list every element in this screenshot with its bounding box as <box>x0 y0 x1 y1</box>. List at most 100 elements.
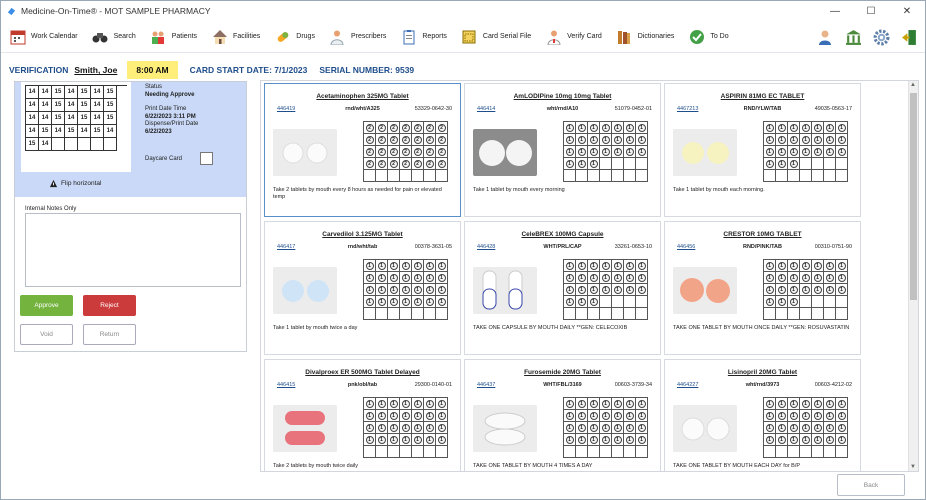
dose-count: 1 <box>789 159 798 168</box>
patient-name-link[interactable]: Smith, Joe <box>74 65 117 75</box>
blister-cell: 2 <box>436 122 447 133</box>
rx-number-link[interactable]: 4467213 <box>677 106 698 112</box>
reports-button[interactable]: Reports <box>400 28 447 45</box>
rx-number-link[interactable]: 446415 <box>277 382 295 388</box>
daycare-checkbox[interactable] <box>200 152 214 165</box>
return-button[interactable]: Return <box>83 324 136 345</box>
scroll-down-icon[interactable]: ▼ <box>910 464 916 470</box>
dose-count: 1 <box>765 273 774 282</box>
dose-count: 1 <box>637 411 646 420</box>
dose-count: 1 <box>389 261 398 270</box>
rx-number-link[interactable]: 4464227 <box>677 382 698 388</box>
maximize-button[interactable]: ☐ <box>853 1 889 21</box>
internal-notes-field[interactable] <box>25 213 241 287</box>
dose-count: 1 <box>377 261 386 270</box>
dictionaries-button[interactable]: Dictionaries <box>616 28 674 45</box>
exit-icon[interactable] <box>899 27 919 47</box>
approve-button[interactable]: Approve <box>20 295 73 316</box>
drugs-button[interactable]: Drugs <box>274 28 315 45</box>
blister-cell: 2 <box>400 134 411 145</box>
dose-count: 1 <box>825 411 834 420</box>
dose-count: 1 <box>765 123 774 132</box>
user-icon[interactable] <box>815 27 835 47</box>
flip-horizontal-button[interactable]: Flip horizontal <box>49 179 101 188</box>
rx-number-link[interactable]: 446419 <box>277 106 295 112</box>
reject-button[interactable]: Reject <box>83 295 136 316</box>
dose-count: 2 <box>425 159 434 168</box>
blister-cell: 1 <box>836 260 847 271</box>
dose-count: 1 <box>425 297 434 306</box>
dose-count: 1 <box>437 423 446 432</box>
dose-count: 1 <box>589 285 598 294</box>
blister-cell: 1 <box>576 398 587 409</box>
rx-number-link[interactable]: 446437 <box>477 382 495 388</box>
notes-label: Internal Notes Only <box>25 206 77 212</box>
rx-number-link[interactable]: 446414 <box>477 106 495 112</box>
gear-icon[interactable] <box>871 27 891 47</box>
facilities-button[interactable]: Facilities <box>211 28 260 45</box>
drug-name: Divalproex ER 500MG Tablet Delayed <box>305 369 420 376</box>
ndc-number: 00603-3739-34 <box>614 382 652 388</box>
medication-card[interactable]: Lisinopril 20MG Tablet wht/rnd/3973 446422… <box>664 359 861 471</box>
void-button[interactable]: Void <box>20 324 73 345</box>
bank-icon[interactable] <box>843 27 863 47</box>
dose-count: 1 <box>789 435 798 444</box>
search-button[interactable]: Search <box>92 28 136 45</box>
medication-card[interactable]: Furosemide 20MG Tablet WHT/FBL/3169 446437… <box>464 359 661 471</box>
blister-cell: 1 <box>812 272 823 283</box>
rx-number-link[interactable]: 446417 <box>277 244 295 250</box>
work-calendar-button[interactable]: Work Calendar <box>9 28 78 45</box>
prescribers-label: Prescribers <box>350 33 387 40</box>
blister-cell: 1 <box>788 272 799 283</box>
blister-cell: 1 <box>624 422 635 433</box>
blister-cell <box>824 296 835 307</box>
blister-cell: 1 <box>836 122 847 133</box>
blister-cell: 2 <box>364 158 375 169</box>
scroll-up-icon[interactable]: ▲ <box>910 82 916 88</box>
verify-card-button[interactable]: Verify Card <box>545 28 602 45</box>
medication-card[interactable]: ASPIRIN 81MG EC TABLET RND/YLW/TAB 4467213… <box>664 83 861 217</box>
blister-cell: 2 <box>364 122 375 133</box>
dose-count: 1 <box>601 147 610 156</box>
back-button[interactable]: Back <box>837 474 905 496</box>
rx-number-link[interactable]: 446456 <box>677 244 695 250</box>
blister-cell: 1 <box>788 260 799 271</box>
blister-cell: 1 <box>576 122 587 133</box>
rx-number-link[interactable]: 446428 <box>477 244 495 250</box>
to-do-button[interactable]: To Do <box>688 28 729 45</box>
close-button[interactable]: ✕ <box>889 1 925 21</box>
blister-cell: 1 <box>624 134 635 145</box>
dose-count: 1 <box>801 261 810 270</box>
blister-cell: 1 <box>624 434 635 445</box>
dose-count: 1 <box>813 285 822 294</box>
prescribers-button[interactable]: Prescribers <box>329 28 386 45</box>
dose-count: 2 <box>365 147 374 156</box>
medication-card[interactable]: Acetaminophen 325MG Tablet rnd/wht/A325 44… <box>264 83 461 217</box>
patients-button[interactable]: Patients <box>150 28 197 45</box>
drug-name: AmLODIPine 10mg 10mg Tablet <box>513 93 612 100</box>
scrollbar-thumb[interactable] <box>910 93 917 300</box>
medication-card[interactable]: CeleBREX 100MG Capsule WHT/PRL/CAP 446428 3… <box>464 221 661 355</box>
flip-icon <box>49 179 58 188</box>
clipboard-icon <box>400 28 417 45</box>
blister-cell: 1 <box>824 410 835 421</box>
medication-card[interactable]: AmLODIPine 10mg 10mg Tablet wht/rnd/A10 44… <box>464 83 661 217</box>
card-serial-file-button[interactable]: Card Serial File <box>461 28 531 45</box>
vertical-scrollbar[interactable]: ▲ ▼ <box>908 81 918 471</box>
main-toolbar: Work Calendar Search Patients Facilities Dru… <box>1 21 925 53</box>
medication-card[interactable]: Carvedilol 3.125MG Tablet rnd/wht/tab 4464… <box>264 221 461 355</box>
print-date-value: 6/22/2023 3:11 PM <box>145 113 196 120</box>
blister-cell: 2 <box>364 146 375 157</box>
blister-cell <box>612 170 623 181</box>
blister-cell <box>824 308 835 319</box>
medication-card[interactable]: CRESTOR 10MG TABLET RND/PINK/TAB 446456 003… <box>664 221 861 355</box>
minimize-button[interactable]: — <box>817 1 853 21</box>
blister-cell <box>612 158 623 169</box>
blister-cell <box>764 446 775 457</box>
blister-cell: 1 <box>576 134 587 145</box>
blister-cell: 1 <box>800 434 811 445</box>
dose-count: 2 <box>377 123 386 132</box>
medication-card[interactable]: Divalproex ER 500MG Tablet Delayed pnk/ob… <box>264 359 461 471</box>
dose-count: 1 <box>401 423 410 432</box>
blister-cell <box>412 170 423 181</box>
